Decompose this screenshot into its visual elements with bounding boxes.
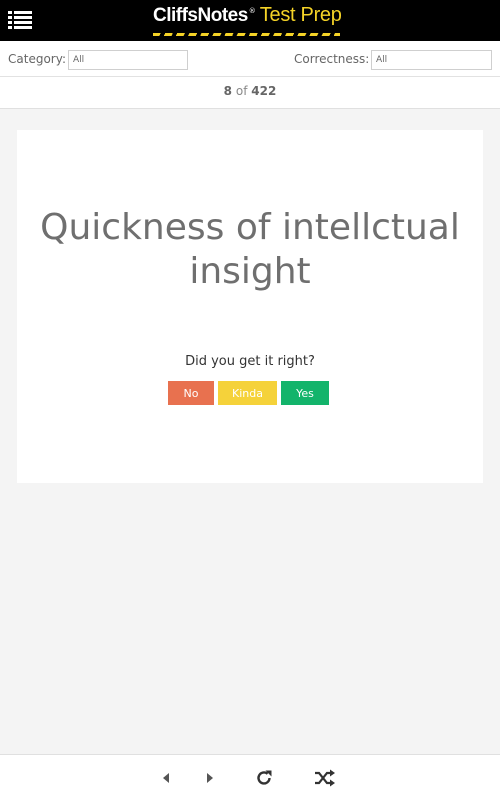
yes-button[interactable]: Yes (281, 381, 329, 405)
refresh-icon (257, 770, 272, 785)
previous-button[interactable] (155, 768, 177, 788)
flashcard[interactable]: Quickness of intellctual insight Did you… (17, 130, 483, 483)
bottom-toolbar (0, 754, 500, 800)
menu-button[interactable] (8, 10, 32, 30)
list-menu-icon (8, 11, 32, 29)
logo-stripe (153, 33, 340, 36)
flip-card-button[interactable] (253, 768, 275, 788)
correctness-select-value: All (376, 55, 388, 65)
card-term: Quickness of intellctual insight (40, 207, 460, 292)
logo-subtitle: Test Prep (259, 4, 342, 26)
logo-registered: ® (248, 7, 256, 15)
shuffle-icon (315, 769, 335, 787)
category-select-value: All (73, 55, 85, 65)
next-icon (207, 773, 213, 783)
next-button[interactable] (199, 768, 221, 788)
counter-total: 422 (251, 84, 277, 98)
correctness-label: Correctness: (294, 52, 370, 66)
self-assessment-question: Did you get it right? (185, 354, 315, 369)
answer-buttons: No Kinda Yes (168, 381, 329, 405)
app-logo: CliffsNotes ® Test Prep (153, 4, 342, 36)
logo-brand: CliffsNotes (153, 5, 248, 26)
shuffle-button[interactable] (314, 768, 336, 788)
category-label: Category: (8, 52, 66, 66)
counter-current: 8 (223, 84, 233, 98)
card-counter: 8 of 422 (0, 77, 500, 109)
category-select[interactable]: All (68, 50, 188, 70)
kinda-button[interactable]: Kinda (218, 381, 277, 405)
prev-icon (163, 773, 169, 783)
filter-bar: Category: All Correctness: All (0, 41, 500, 77)
app-header: CliffsNotes ® Test Prep (0, 0, 500, 41)
no-button[interactable]: No (168, 381, 214, 405)
counter-of: of (235, 84, 248, 98)
correctness-select[interactable]: All (371, 50, 492, 70)
